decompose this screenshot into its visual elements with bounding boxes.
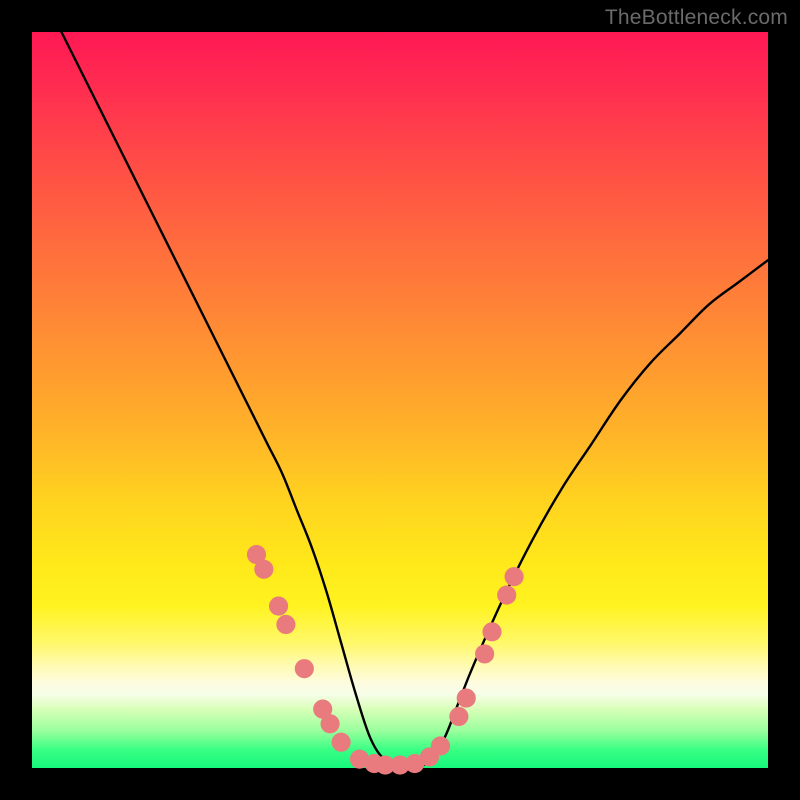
data-point (431, 736, 450, 755)
data-point (295, 659, 314, 678)
plot-area (32, 32, 768, 768)
data-point (482, 622, 501, 641)
data-point (332, 733, 351, 752)
data-point (497, 585, 516, 604)
chart-overlay (32, 32, 768, 768)
watermark-text: TheBottleneck.com (605, 6, 788, 30)
data-point (505, 567, 524, 586)
data-point (254, 560, 273, 579)
data-point (457, 689, 476, 708)
data-point (449, 707, 468, 726)
data-point (269, 597, 288, 616)
data-point (276, 615, 295, 634)
curve-line (61, 32, 768, 769)
data-point (475, 644, 494, 663)
data-point (321, 714, 340, 733)
chart-frame: TheBottleneck.com (0, 0, 800, 800)
